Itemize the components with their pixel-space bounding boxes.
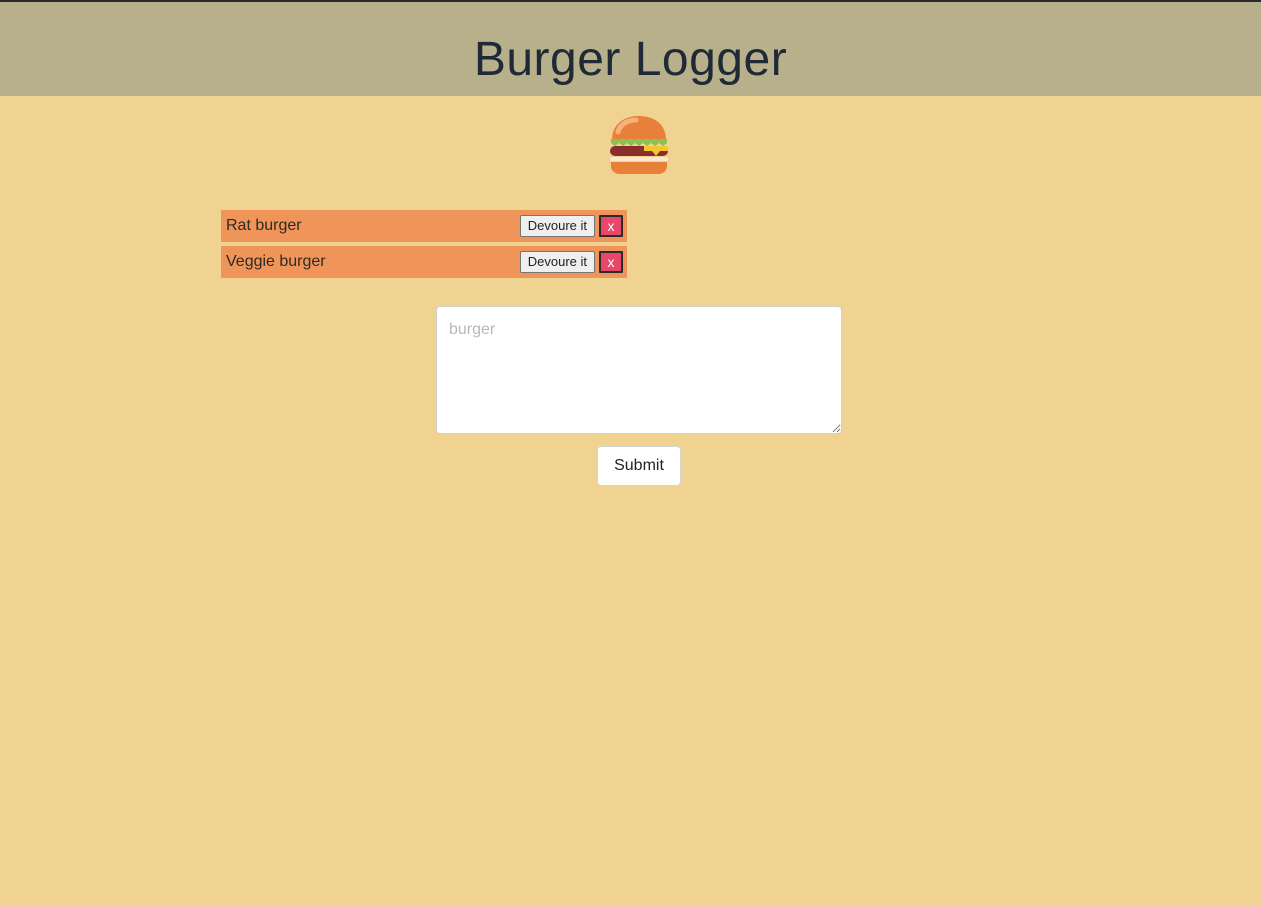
burger-name: Veggie burger (226, 253, 326, 270)
list-item: Veggie burger Devoure it x (221, 246, 627, 278)
page-header: Burger Logger (0, 2, 1261, 96)
list-item: Rat burger Devoure it x (221, 210, 627, 242)
delete-button[interactable]: x (599, 251, 623, 273)
devour-button[interactable]: Devoure it (519, 251, 595, 273)
submit-button[interactable]: Submit (597, 446, 681, 486)
delete-button[interactable]: x (599, 215, 623, 237)
burger-list: Rat burger Devoure it x Veggie burger De… (221, 210, 627, 282)
page-title: Burger Logger (473, 32, 788, 86)
devour-button[interactable]: Devoure it (519, 215, 595, 237)
burger-input[interactable] (436, 306, 842, 434)
burger-icon (608, 114, 670, 176)
burger-name: Rat burger (226, 217, 302, 234)
